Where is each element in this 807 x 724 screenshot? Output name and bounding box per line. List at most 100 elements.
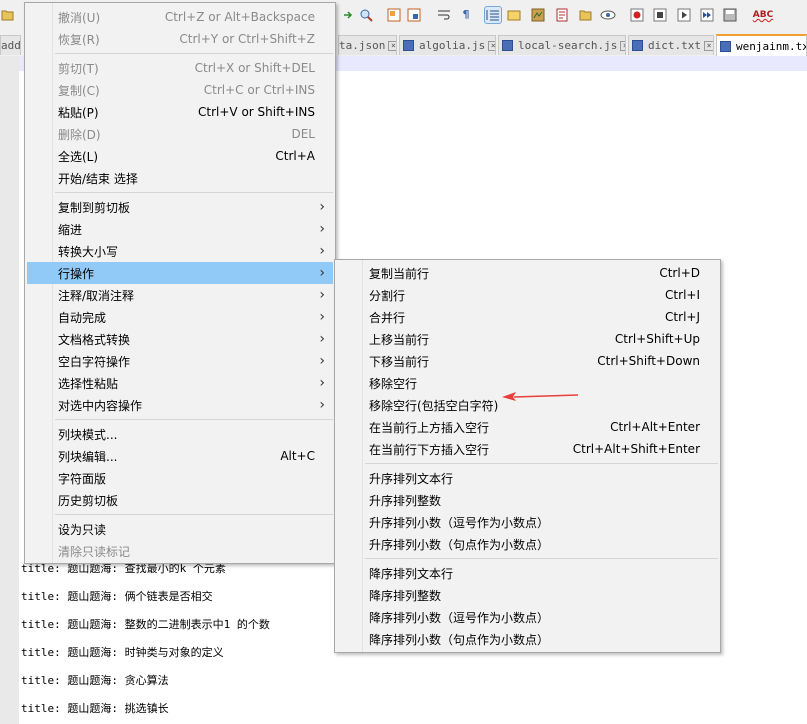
spell-check-icon[interactable]: ABC — [752, 7, 774, 23]
close-icon[interactable]: × — [703, 40, 713, 51]
context-menu-item[interactable]: 文档格式转换 › — [27, 328, 333, 350]
context-menu-item[interactable]: 恢复(R) Ctrl+Y or Ctrl+Shift+Z — [27, 28, 333, 50]
submenu-item-label: 降序排列小数（句点作为小数点） — [369, 632, 550, 647]
user-language-icon[interactable] — [506, 7, 522, 23]
context-menu-item-shortcut: Ctrl+C or Ctrl+INS — [203, 83, 315, 97]
context-menu-item[interactable]: 历史剪切板 — [27, 489, 333, 511]
submenu-item[interactable]: 升序排列小数（逗号作为小数点） — [337, 511, 718, 533]
submenu-item[interactable]: 合并行 Ctrl+J — [337, 306, 718, 328]
sync-scroll-vertical-icon[interactable] — [386, 7, 402, 23]
menu-separator — [365, 558, 718, 559]
saved-file-icon — [502, 40, 513, 51]
submenu-item[interactable]: 下移当前行 Ctrl+Shift+Down — [337, 350, 718, 372]
editor-line: title: 题山题海: 挑选镇长 — [21, 702, 169, 715]
context-menu-item[interactable]: 对选中内容操作 › — [27, 394, 333, 416]
show-all-characters-icon[interactable]: ¶ — [458, 7, 474, 23]
context-menu-item[interactable]: 全选(L) Ctrl+A — [27, 145, 333, 167]
close-icon[interactable]: × — [388, 40, 396, 51]
context-menu-item-label: 列块编辑... — [58, 449, 118, 464]
submenu-item[interactable]: 降序排列小数（逗号作为小数点） — [337, 606, 718, 628]
submenu-item-shortcut: Ctrl+Alt+Shift+Enter — [572, 442, 700, 456]
tab-algolia-js[interactable]: algolia.js × — [399, 35, 496, 55]
context-menu-item-label: 剪切(T) — [58, 61, 99, 76]
tab-label: dict.txt — [648, 39, 701, 52]
saved-file-icon — [632, 40, 643, 51]
context-menu-item-label: 历史剪切板 — [58, 493, 119, 508]
context-menu: 撤消(U) Ctrl+Z or Alt+Backspace 恢复(R) Ctrl+Y … — [24, 2, 336, 564]
context-menu-item[interactable]: 删除(D) DEL — [27, 123, 333, 145]
indent-guide-icon[interactable] — [484, 6, 502, 24]
context-menu-item[interactable]: 缩进 › — [27, 218, 333, 240]
context-menu-item-label: 字符面版 — [58, 471, 107, 486]
save-macro-icon[interactable] — [722, 7, 738, 23]
submenu-item[interactable]: 上移当前行 Ctrl+Shift+Up — [337, 328, 718, 350]
context-menu-item[interactable]: 设为只读 — [27, 518, 333, 540]
context-menu-item[interactable]: 粘贴(P) Ctrl+V or Shift+INS — [27, 101, 333, 123]
submenu-item-label: 降序排列小数（逗号作为小数点） — [369, 610, 550, 625]
replace-icon[interactable] — [341, 7, 357, 23]
menu-separator — [365, 463, 718, 464]
submenu-item-label: 升序排列小数（句点作为小数点） — [369, 537, 550, 552]
submenu-item[interactable]: 在当前行下方插入空行 Ctrl+Alt+Shift+Enter — [337, 438, 718, 460]
submenu-item[interactable]: 升序排列整数 — [337, 489, 718, 511]
sync-scroll-horizontal-icon[interactable] — [406, 7, 422, 23]
context-menu-item[interactable]: 列块编辑... Alt+C — [27, 445, 333, 467]
submenu-arrow-icon: › — [319, 199, 325, 215]
submenu-item[interactable]: 在当前行上方插入空行 Ctrl+Alt+Enter — [337, 416, 718, 438]
context-menu-item[interactable]: 复制(C) Ctrl+C or Ctrl+INS — [27, 79, 333, 101]
context-menu-item[interactable]: 剪切(T) Ctrl+X or Shift+DEL — [27, 57, 333, 79]
editor-line: title: 题山题海: 贪心算法 — [21, 674, 169, 687]
context-menu-item[interactable]: 自动完成 › — [27, 306, 333, 328]
word-wrap-icon[interactable] — [436, 7, 452, 23]
submenu-item-label: 升序排列小数（逗号作为小数点） — [369, 515, 550, 530]
submenu-item-label: 升序排列整数 — [369, 493, 442, 508]
context-menu-item[interactable]: 行操作 › — [27, 262, 333, 284]
submenu-arrow-icon: › — [319, 309, 325, 325]
submenu-item-shortcut: Ctrl+Shift+Up — [614, 332, 700, 346]
context-menu-item-label: 自动完成 — [58, 310, 107, 325]
context-menu-item-label: 文档格式转换 — [58, 332, 131, 347]
context-menu-item[interactable]: 转换大小写 › — [27, 240, 333, 262]
stop-macro-icon[interactable] — [652, 7, 668, 23]
run-macro-multiple-icon[interactable] — [699, 7, 715, 23]
context-menu-item-label: 开始/结束 选择 — [58, 171, 138, 186]
zoom-icon[interactable] — [358, 7, 374, 23]
saved-file-icon — [720, 40, 731, 52]
context-menu-item[interactable]: 注释/取消注释 › — [27, 284, 333, 306]
submenu-item[interactable]: 降序排列文本行 — [337, 562, 718, 584]
tab-addit[interactable]: addit — [0, 35, 21, 55]
context-menu-item-shortcut: Ctrl+A — [275, 149, 315, 163]
record-macro-icon[interactable] — [629, 7, 645, 23]
submenu-item[interactable]: 升序排列小数（句点作为小数点） — [337, 533, 718, 555]
context-menu-item[interactable]: 复制到剪切板 › — [27, 196, 333, 218]
tab-ta-json[interactable]: ta.json × — [338, 35, 397, 55]
submenu-item[interactable]: 升序排列文本行 — [337, 467, 718, 489]
document-map-icon[interactable] — [530, 7, 546, 23]
monitoring-eye-icon[interactable] — [600, 7, 616, 23]
submenu-item[interactable]: 降序排列小数（句点作为小数点） — [337, 628, 718, 650]
submenu-arrow-icon: › — [319, 287, 325, 303]
submenu-arrow-icon: › — [319, 243, 325, 259]
submenu-item[interactable]: 降序排列整数 — [337, 584, 718, 606]
submenu-item-shortcut: Ctrl+J — [665, 310, 700, 324]
close-icon[interactable]: × — [488, 40, 495, 51]
open-folder-icon[interactable] — [0, 7, 16, 23]
function-list-icon[interactable] — [554, 7, 570, 23]
tab-local-search-js[interactable]: local-search.js × — [498, 35, 626, 55]
line-operations-submenu: 复制当前行 Ctrl+D 分割行 Ctrl+I 合并行 Ctrl+J 上移当前行 Ctrl+S… — [334, 259, 721, 653]
context-menu-item[interactable]: 空白字符操作 › — [27, 350, 333, 372]
context-menu-item[interactable]: 开始/结束 选择 — [27, 167, 333, 189]
context-menu-item[interactable]: 字符面版 — [27, 467, 333, 489]
folder-workspace-icon[interactable] — [578, 7, 594, 23]
tab-wenjainm-txt[interactable]: wenjainm.txt — [716, 34, 807, 56]
submenu-item[interactable]: 分割行 Ctrl+I — [337, 284, 718, 306]
context-menu-item[interactable]: 撤消(U) Ctrl+Z or Alt+Backspace — [27, 6, 333, 28]
close-icon[interactable]: × — [620, 40, 625, 51]
context-menu-item[interactable]: 列块模式... — [27, 423, 333, 445]
context-menu-item[interactable]: 清除只读标记 — [27, 540, 333, 562]
context-menu-item-label: 恢复(R) — [58, 32, 100, 47]
tab-dict-txt[interactable]: dict.txt × — [628, 35, 714, 55]
context-menu-item[interactable]: 选择性粘贴 › — [27, 372, 333, 394]
play-macro-icon[interactable] — [676, 7, 692, 23]
submenu-item[interactable]: 复制当前行 Ctrl+D — [337, 262, 718, 284]
